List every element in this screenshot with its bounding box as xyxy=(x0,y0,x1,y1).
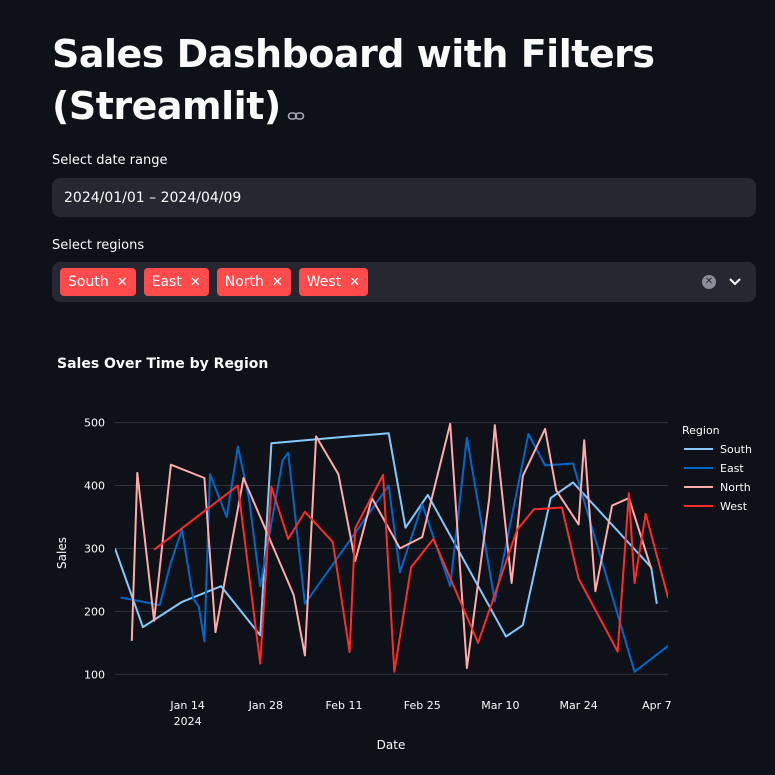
region-tag-label: South xyxy=(68,274,109,290)
region-tag-south: South ✕ xyxy=(60,268,136,296)
close-icon[interactable]: ✕ xyxy=(349,275,360,290)
legend-title: Region xyxy=(682,424,720,437)
regions-multiselect[interactable]: South ✕ East ✕ North ✕ West ✕ ✕ xyxy=(52,262,756,302)
x-tick-year-label: 2024 xyxy=(174,715,202,728)
region-tag-label: West xyxy=(306,274,342,290)
y-tick-label: 300 xyxy=(84,542,105,555)
date-range-input[interactable]: 2024/01/01 – 2024/04/09 xyxy=(52,178,756,217)
x-tick-label: Mar 10 xyxy=(481,699,519,712)
region-tag-north: North ✕ xyxy=(216,268,291,296)
multiselect-controls: ✕ xyxy=(702,275,748,289)
x-tick-label: Feb 25 xyxy=(404,699,441,712)
region-tag-east: East ✕ xyxy=(143,268,209,296)
region-tag-label: North xyxy=(224,274,264,290)
close-icon[interactable]: ✕ xyxy=(190,275,201,290)
sales-line-chart: Sales Over Time by Region 100 200 300 400 50… xyxy=(55,356,752,752)
x-tick-label: Mar 24 xyxy=(560,699,598,712)
date-range-label: Select date range xyxy=(52,153,168,168)
y-tick-label: 200 xyxy=(84,605,105,618)
y-axis-ticks: 100 200 300 400 500 xyxy=(84,417,105,682)
y-tick-label: 500 xyxy=(84,417,105,430)
legend-item-label: West xyxy=(720,500,748,513)
y-axis-label: Sales xyxy=(55,537,69,569)
x-axis-label: Date xyxy=(377,738,406,752)
series-line-east xyxy=(120,432,668,673)
date-range-value: 2024/01/01 – 2024/04/09 xyxy=(64,189,242,206)
chart-legend: Region South East North West xyxy=(682,424,752,513)
y-tick-label: 400 xyxy=(84,480,105,493)
region-tag-west: West ✕ xyxy=(298,268,369,296)
y-tick-label: 100 xyxy=(84,668,105,681)
x-axis-ticks: Jan 14 2024 Jan 28 Feb 11 Feb 25 Mar 10 Mar 24… xyxy=(169,699,671,728)
chart-title: Sales Over Time by Region xyxy=(57,356,268,372)
x-tick-label: Jan 28 xyxy=(248,699,283,712)
page-title-text: Sales Dashboard with Filters (Streamlit) xyxy=(52,32,655,128)
legend-item-label: East xyxy=(720,462,744,475)
close-icon[interactable]: ✕ xyxy=(117,275,128,290)
chart-series-lines xyxy=(115,422,668,673)
clear-circle-icon[interactable]: ✕ xyxy=(702,275,716,289)
region-tag-label: East xyxy=(151,274,182,290)
legend-item-label: North xyxy=(720,481,751,494)
legend-item-label: South xyxy=(720,443,752,456)
chevron-down-icon[interactable] xyxy=(728,277,742,287)
close-icon[interactable]: ✕ xyxy=(272,275,283,290)
link-icon[interactable] xyxy=(287,83,305,135)
x-tick-label: Jan 14 xyxy=(169,699,204,712)
x-tick-label: Apr 7 xyxy=(642,699,672,712)
page-title: Sales Dashboard with Filters (Streamlit) xyxy=(52,28,732,135)
regions-label: Select regions xyxy=(52,238,145,253)
x-tick-label: Feb 11 xyxy=(326,699,363,712)
